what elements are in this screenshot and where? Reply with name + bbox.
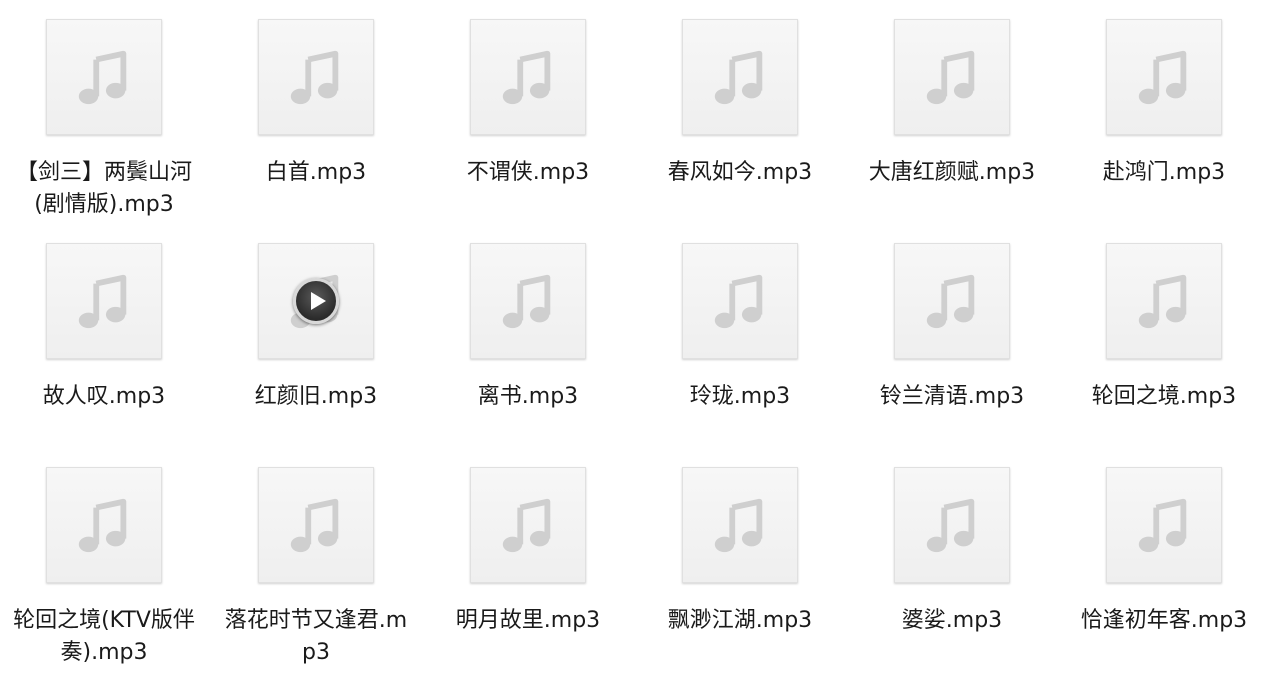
file-name: 赴鸿门.mp3: [1102, 160, 1226, 185]
file-item[interactable]: 离书.mp3: [422, 224, 634, 448]
file-item[interactable]: 大唐红颜赋.mp3: [846, 0, 1058, 224]
file-thumbnail[interactable]: [470, 243, 586, 359]
music-note-icon: [1133, 494, 1195, 556]
music-note-icon: [285, 494, 347, 556]
file-name: 离书.mp3: [477, 384, 579, 409]
file-thumbnail[interactable]: [258, 243, 374, 359]
file-item[interactable]: 落花时节又逢君.mp3: [210, 448, 422, 682]
file-item[interactable]: 恰逢初年客.mp3: [1058, 448, 1264, 682]
file-item[interactable]: 轮回之境(KTV版伴奏).mp3: [0, 448, 210, 682]
file-name: 明月故里.mp3: [455, 608, 601, 633]
music-note-icon: [709, 46, 771, 108]
file-item[interactable]: 婆娑.mp3: [846, 448, 1058, 682]
file-thumbnail[interactable]: [894, 467, 1010, 583]
file-thumbnail[interactable]: [46, 19, 162, 135]
file-name: 不谓侠.mp3: [466, 160, 590, 185]
music-note-icon: [497, 270, 559, 332]
file-item[interactable]: 不谓侠.mp3: [422, 0, 634, 224]
file-name: 玲珑.mp3: [689, 384, 791, 409]
music-note-icon: [1133, 46, 1195, 108]
file-thumbnail[interactable]: [682, 243, 798, 359]
file-thumbnail[interactable]: [258, 467, 374, 583]
play-icon[interactable]: [293, 278, 339, 324]
music-note-icon: [73, 494, 135, 556]
file-name: 故人叹.mp3: [42, 384, 166, 409]
music-note-icon: [921, 270, 983, 332]
file-grid: 【剑三】两鬓山河(剧情版).mp3 白首.mp3 不谓侠.mp3 春风如今.mp…: [0, 0, 1262, 682]
file-item[interactable]: 飘渺江湖.mp3: [634, 448, 846, 682]
file-thumbnail[interactable]: [1106, 243, 1222, 359]
music-note-icon: [73, 46, 135, 108]
file-thumbnail[interactable]: [682, 19, 798, 135]
file-item[interactable]: 春风如今.mp3: [634, 0, 846, 224]
file-item[interactable]: 【剑三】两鬓山河(剧情版).mp3: [0, 0, 210, 224]
file-thumbnail[interactable]: [682, 467, 798, 583]
file-name: 恰逢初年客.mp3: [1080, 608, 1248, 633]
file-thumbnail[interactable]: [1106, 19, 1222, 135]
file-thumbnail[interactable]: [470, 467, 586, 583]
file-name: 铃兰清语.mp3: [879, 384, 1025, 409]
music-note-icon: [497, 494, 559, 556]
file-item[interactable]: 白首.mp3: [210, 0, 422, 224]
music-note-icon: [497, 46, 559, 108]
music-note-icon: [1133, 270, 1195, 332]
file-item[interactable]: 玲珑.mp3: [634, 224, 846, 448]
file-item[interactable]: 红颜旧.mp3: [210, 224, 422, 448]
file-thumbnail[interactable]: [1106, 467, 1222, 583]
file-item[interactable]: 铃兰清语.mp3: [846, 224, 1058, 448]
music-note-icon: [921, 46, 983, 108]
file-thumbnail[interactable]: [46, 243, 162, 359]
file-name: 白首.mp3: [265, 160, 367, 185]
music-note-icon: [285, 46, 347, 108]
file-item[interactable]: 故人叹.mp3: [0, 224, 210, 448]
file-thumbnail[interactable]: [894, 243, 1010, 359]
file-item[interactable]: 赴鸿门.mp3: [1058, 0, 1264, 224]
file-name: 轮回之境(KTV版伴奏).mp3: [13, 608, 195, 665]
file-name: 飘渺江湖.mp3: [667, 608, 813, 633]
music-note-icon: [709, 494, 771, 556]
file-item[interactable]: 明月故里.mp3: [422, 448, 634, 682]
file-item[interactable]: 轮回之境.mp3: [1058, 224, 1264, 448]
file-name: 落花时节又逢君.mp3: [224, 608, 408, 665]
music-note-icon: [73, 270, 135, 332]
file-thumbnail[interactable]: [258, 19, 374, 135]
file-thumbnail[interactable]: [470, 19, 586, 135]
file-name: 红颜旧.mp3: [254, 384, 378, 409]
music-note-icon: [921, 494, 983, 556]
file-name: 婆娑.mp3: [901, 608, 1003, 633]
file-name: 大唐红颜赋.mp3: [868, 160, 1036, 185]
file-name: 春风如今.mp3: [667, 160, 813, 185]
file-thumbnail[interactable]: [46, 467, 162, 583]
file-thumbnail[interactable]: [894, 19, 1010, 135]
file-name: 【剑三】两鬓山河(剧情版).mp3: [15, 160, 192, 217]
file-name: 轮回之境.mp3: [1091, 384, 1237, 409]
music-note-icon: [709, 270, 771, 332]
